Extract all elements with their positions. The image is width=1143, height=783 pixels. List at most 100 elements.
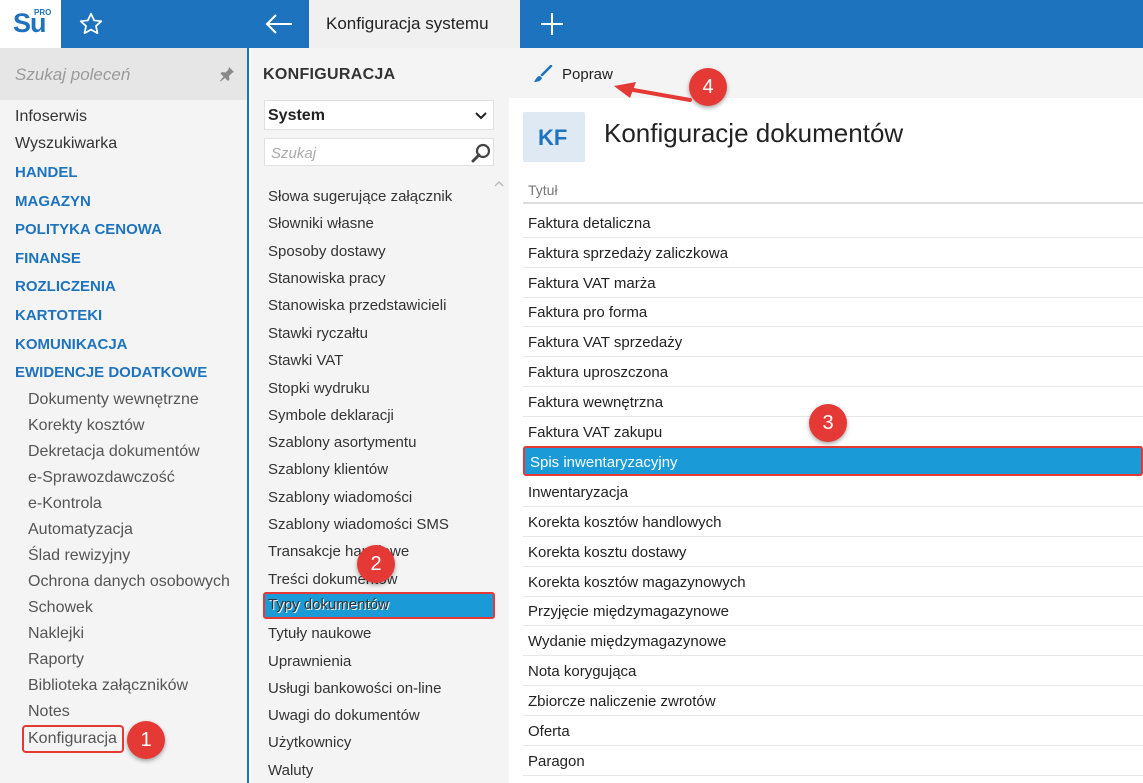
row-label: Zbiorcze naliczenie zwrotów — [528, 693, 716, 710]
sidebar-section-polityka-cenowa[interactable]: POLITYKA CENOWA — [15, 221, 162, 238]
config-item[interactable]: Szablony wiadomości — [268, 489, 412, 506]
callout-badge-3: 3 — [809, 404, 847, 442]
sidebar-item-infoserwis[interactable]: Infoserwis — [15, 108, 87, 126]
column-header-label: Tytuł — [528, 182, 558, 198]
table-row[interactable]: Korekta kosztów magazynowych — [523, 567, 1143, 597]
column-header-tytul[interactable]: Tytuł — [523, 172, 1143, 204]
sidebar-section-magazyn[interactable]: MAGAZYN — [15, 193, 91, 210]
star-icon[interactable] — [78, 11, 104, 37]
plus-icon[interactable] — [540, 12, 564, 36]
sidebar-item-raporty[interactable]: Raporty — [28, 651, 84, 669]
config-category-value: System — [268, 107, 325, 124]
config-item[interactable]: Stopki wydruku — [268, 380, 370, 397]
config-item[interactable]: Usługi bankowości on-line — [268, 680, 441, 697]
sidebar-item-automatyzacja[interactable]: Automatyzacja — [28, 521, 133, 539]
config-category-select[interactable]: System — [264, 100, 494, 130]
config-item[interactable]: Symbole deklaracji — [268, 407, 394, 424]
row-label: Faktura VAT zakupu — [528, 424, 663, 441]
table-row[interactable]: Przyjęcie międzymagazynowe — [523, 596, 1143, 626]
table-row[interactable]: Wydanie międzymagazynowe — [523, 626, 1143, 656]
sidebar-item-ochrona-danych[interactable]: Ochrona danych osobowych — [28, 573, 230, 591]
table-row[interactable]: Nota korygująca — [523, 656, 1143, 686]
row-label: Faktura VAT marża — [528, 275, 656, 292]
sidebar-item-konfiguracja[interactable]: Konfiguracja — [28, 730, 117, 748]
module-badge-text: KF — [538, 125, 568, 150]
table-row[interactable]: Zbiorcze naliczenie zwrotów — [523, 686, 1143, 716]
configuration-panel: KONFIGURACJA System Szukaj Słowa sugeruj… — [251, 48, 509, 783]
table-row[interactable]: Faktura uproszczona — [523, 357, 1143, 387]
table-row[interactable]: Faktura VAT sprzedaży — [523, 327, 1143, 357]
sidebar-item-biblioteka[interactable]: Biblioteka załączników — [28, 677, 188, 695]
sidebar-item-korekty-kosztow[interactable]: Korekty kosztów — [28, 417, 144, 435]
config-item-list: Słowa sugerujące załącznik Słowniki włas… — [251, 164, 509, 783]
row-label: Faktura sprzedaży zaliczkowa — [528, 245, 729, 262]
sidebar: Szukaj poleceń Infoserwis Wyszukiwarka H… — [0, 48, 249, 783]
row-label: Oferta — [528, 723, 570, 740]
sidebar-item-e-kontrola[interactable]: e-Kontrola — [28, 495, 102, 513]
app-logo[interactable]: Su PRO — [0, 0, 61, 48]
config-item[interactable]: Waluty — [268, 762, 313, 779]
table-row[interactable]: Korekta kosztów handlowych — [523, 507, 1143, 537]
sidebar-section-kartoteki[interactable]: KARTOTEKI — [15, 307, 102, 324]
config-item[interactable]: Uwagi do dokumentów — [268, 707, 420, 724]
app-window: Su PRO Konfiguracja systemu Szukaj polec… — [0, 0, 1143, 783]
sidebar-item-wyszukiwarka[interactable]: Wyszukiwarka — [15, 135, 117, 153]
table-row-selected[interactable]: Spis inwentaryzacyjny — [523, 446, 1143, 476]
sidebar-section-ewidencje-dodatkowe[interactable]: EWIDENCJE DODATKOWE — [15, 364, 207, 381]
sidebar-section-rozliczenia[interactable]: ROZLICZENIA — [15, 278, 116, 295]
config-item[interactable]: Typy dokumentów — [268, 596, 389, 613]
back-arrow-icon[interactable] — [264, 12, 294, 36]
logo-badge: PRO — [34, 8, 52, 17]
row-label: Korekta kosztów handlowych — [528, 514, 722, 531]
row-label: Faktura VAT sprzedaży — [528, 334, 683, 351]
tab-label: Konfiguracja systemu — [326, 14, 489, 33]
sidebar-item-e-sprawozdawczosc[interactable]: e-Sprawozdawczość — [28, 469, 175, 487]
table-row[interactable]: Faktura VAT marża — [523, 268, 1143, 298]
table-row[interactable]: Faktura pro forma — [523, 297, 1143, 327]
config-item[interactable]: Użytkownicy — [268, 734, 351, 751]
sidebar-section-komunikacja[interactable]: KOMUNIKACJA — [15, 336, 128, 353]
row-label: Korekta kosztów magazynowych — [528, 574, 746, 591]
chevron-down-icon — [475, 112, 487, 120]
command-search-input[interactable]: Szukaj poleceń — [0, 48, 247, 100]
row-label: Faktura pro forma — [528, 304, 648, 321]
config-item[interactable]: Stawki ryczałtu — [268, 325, 368, 342]
table-row[interactable]: Faktura detaliczna — [523, 208, 1143, 238]
table-row[interactable]: Paragon — [523, 746, 1143, 776]
config-item[interactable]: Tytuły naukowe — [268, 625, 371, 642]
row-label: Nota korygująca — [528, 663, 637, 680]
tab-konfiguracja-systemu[interactable]: Konfiguracja systemu — [309, 0, 520, 48]
table-row[interactable]: Oferta — [523, 716, 1143, 746]
table-row[interactable]: Inwentaryzacja — [523, 477, 1143, 507]
sidebar-item-dekretacja[interactable]: Dekretacja dokumentów — [28, 443, 200, 461]
config-item[interactable]: Stanowiska pracy — [268, 270, 386, 287]
row-label: Faktura uproszczona — [528, 364, 669, 381]
row-label: Przyjęcie międzymagazynowe — [528, 603, 729, 620]
config-item[interactable]: Stanowiska przedstawicieli — [268, 297, 446, 314]
config-item[interactable]: Uprawnienia — [268, 653, 351, 670]
config-item[interactable]: Szablony klientów — [268, 461, 388, 478]
table-row[interactable]: Korekta kosztu dostawy — [523, 537, 1143, 567]
top-bar: Su PRO Konfiguracja systemu — [0, 0, 1143, 48]
config-search-input[interactable]: Szukaj — [264, 138, 494, 166]
sidebar-section-finanse[interactable]: FINANSE — [15, 250, 81, 267]
sidebar-item-naklejki[interactable]: Naklejki — [28, 625, 84, 643]
sidebar-section-handel[interactable]: HANDEL — [15, 164, 78, 181]
brush-icon[interactable] — [533, 65, 553, 83]
pin-icon[interactable] — [219, 66, 235, 82]
search-icon[interactable] — [471, 143, 491, 163]
sidebar-item-schowek[interactable]: Schowek — [28, 599, 93, 617]
config-item[interactable]: Sposoby dostawy — [268, 243, 386, 260]
config-item[interactable]: Słowniki własne — [268, 215, 374, 232]
config-item[interactable]: Szablony wiadomości SMS — [268, 516, 449, 533]
config-item[interactable]: Stawki VAT — [268, 352, 343, 369]
config-item[interactable]: Szablony asortymentu — [268, 434, 416, 451]
row-label: Korekta kosztu dostawy — [528, 544, 687, 561]
edit-button[interactable]: Popraw — [562, 66, 613, 83]
table-row[interactable]: Faktura sprzedaży zaliczkowa — [523, 238, 1143, 268]
callout-number: 2 — [370, 553, 382, 575]
sidebar-item-notes[interactable]: Notes — [28, 703, 70, 721]
sidebar-item-slad-rewizyjny[interactable]: Ślad rewizyjny — [28, 547, 130, 565]
sidebar-item-dokumenty-wewnetrzne[interactable]: Dokumenty wewnętrzne — [28, 391, 199, 409]
config-item[interactable]: Słowa sugerujące załącznik — [268, 188, 452, 205]
